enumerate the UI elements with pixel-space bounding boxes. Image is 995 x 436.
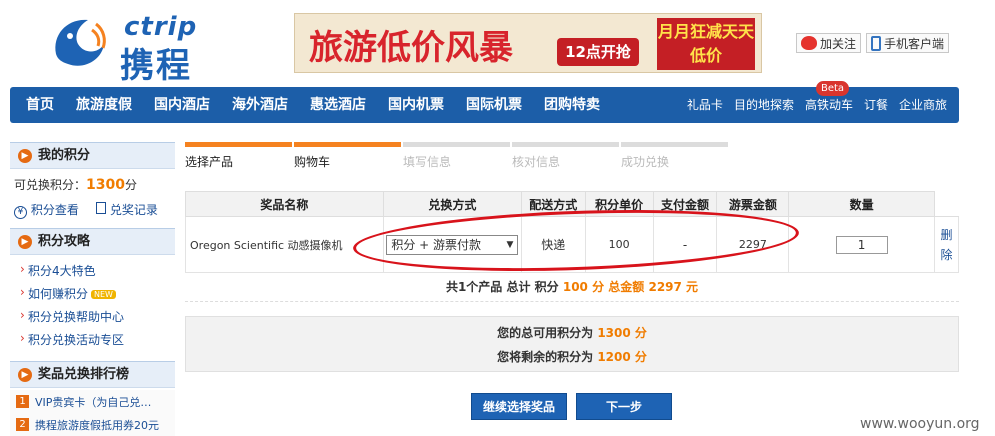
- col-header-quantity: 数量: [788, 191, 935, 217]
- points-guide-title: 积分攻略: [38, 234, 91, 249]
- points-guide-header: ▶ 积分攻略: [10, 228, 175, 255]
- phone-icon: [871, 35, 881, 51]
- nav-item-group-buy[interactable]: 团购特卖: [544, 87, 600, 123]
- points-total-box: 您的总可用积分为 1300 分 您将剩余的积分为 1200 分: [185, 316, 959, 372]
- banner-time: 12点开抢: [557, 38, 639, 66]
- quantity-cell: 1: [788, 216, 935, 273]
- watermark: www.wooyun.org: [860, 416, 980, 432]
- delete-cell: 删除: [933, 216, 960, 273]
- nav-sub-items: 礼品卡 目的地探索 高铁动车 订餐 企业商旅: [676, 87, 947, 123]
- summary-total-label: 总金额: [608, 280, 645, 294]
- nav-item-home[interactable]: 首页: [26, 87, 54, 123]
- available-points-unit: 分: [124, 178, 137, 192]
- nav-item-intl-flight[interactable]: 国际机票: [466, 87, 522, 123]
- available-points-value: 1300: [86, 177, 125, 193]
- ranking-item[interactable]: 携程旅游度假抵用券20元: [35, 417, 159, 433]
- redeem-record-label: 兑奖记录: [109, 203, 158, 217]
- remaining-points-line: 您将剩余的积分为 1200 分: [186, 345, 958, 369]
- nav-main-items: 首页 旅游度假 国内酒店 海外酒店 惠选酒店 国内机票 国际机票 团购特卖: [26, 87, 622, 123]
- weibo-follow-button[interactable]: 加关注: [796, 33, 862, 53]
- ctrip-logo[interactable]: ctrip 携程: [48, 10, 228, 86]
- promo-banner[interactable]: 旅游低价风暴 12点开抢 月月狂减天天低价: [294, 13, 762, 73]
- bullet-icon: ▶: [18, 368, 32, 382]
- col-header-name: 奖品名称: [185, 191, 384, 217]
- rank-number: 2: [16, 418, 29, 431]
- ranking-header: ▶ 奖品兑换排行榜: [10, 361, 175, 388]
- rank-number: 1: [16, 395, 29, 408]
- mobile-client-button[interactable]: 手机客户端: [866, 33, 950, 53]
- bullet-icon: ▶: [18, 149, 32, 163]
- banner-headline: 旅游低价风暴: [309, 28, 513, 68]
- available-points: 可兑换积分：1300分: [14, 176, 137, 193]
- header: ctrip 携程 旅游低价风暴 12点开抢 月月狂减天天低价 加关注 手机客户端: [0, 0, 995, 86]
- weibo-icon: [801, 36, 817, 50]
- info-circle-icon: ¥: [14, 206, 27, 219]
- nav-item-domestic-flight[interactable]: 国内机票: [388, 87, 444, 123]
- step-success: 成功兑换: [621, 142, 728, 170]
- next-step-button[interactable]: 下一步: [576, 393, 672, 420]
- points-view-link[interactable]: ¥ 积分查看: [14, 201, 79, 219]
- bullet-icon: ▶: [18, 235, 32, 249]
- progress-steps: 选择产品 购物车 填写信息 核对信息 成功兑换: [185, 142, 728, 170]
- step-verify-info: 核对信息: [512, 142, 619, 170]
- logo-text-cn: 携程: [120, 46, 192, 86]
- nav-item-corporate[interactable]: 企业商旅: [899, 87, 947, 123]
- summary-total: 2297 元: [648, 280, 699, 294]
- step-fill-info: 填写信息: [403, 142, 510, 170]
- guide-link-features[interactable]: 积分4大特色: [20, 262, 96, 279]
- quantity-input[interactable]: 1: [835, 235, 888, 254]
- banner-slogan: 月月狂减天天低价: [657, 18, 755, 70]
- total-available-line: 您的总可用积分为 1300 分: [186, 321, 958, 345]
- continue-shopping-button[interactable]: 继续选择奖品: [471, 393, 567, 420]
- total-available-value: 1300 分: [597, 326, 647, 340]
- guide-link-activities[interactable]: 积分兑换活动专区: [20, 331, 124, 348]
- remaining-points-value: 1200 分: [597, 350, 647, 364]
- nav-item-vacation[interactable]: 旅游度假: [76, 87, 132, 123]
- nav-item-deal-hotel[interactable]: 惠选酒店: [310, 87, 366, 123]
- points-view-label: 积分查看: [30, 203, 79, 217]
- step-select-product: 选择产品: [185, 142, 292, 170]
- mobile-client-label: 手机客户端: [884, 36, 945, 51]
- dolphin-logo-icon: [55, 19, 106, 66]
- guide-link-earn[interactable]: 如何赚积分NEW: [20, 285, 116, 302]
- nav-item-overseas-hotel[interactable]: 海外酒店: [232, 87, 288, 123]
- guide-link-help[interactable]: 积分兑换帮助中心: [20, 308, 124, 325]
- my-points-title: 我的积分: [38, 148, 91, 163]
- weibo-follow-label: 加关注: [820, 36, 857, 51]
- total-available-label: 您的总可用积分为: [497, 326, 594, 340]
- main-nav: 首页 旅游度假 国内酒店 海外酒店 惠选酒店 国内机票 国际机票 团购特卖 礼品…: [10, 81, 959, 123]
- ranking-title: 奖品兑换排行榜: [38, 367, 130, 382]
- available-points-label: 可兑换积分：: [14, 178, 87, 192]
- nav-item-domestic-hotel[interactable]: 国内酒店: [154, 87, 210, 123]
- step-cart: 购物车: [294, 142, 401, 170]
- document-icon: [96, 202, 106, 214]
- delete-link[interactable]: 删除: [939, 225, 953, 265]
- beta-badge: Beta: [816, 81, 850, 96]
- nav-item-dining[interactable]: 订餐: [864, 87, 888, 123]
- nav-item-gift-card[interactable]: 礼品卡: [687, 87, 723, 123]
- ranking-list: 1 VIP贵宾卡（为自己兑… 2 携程旅游度假抵用券20元: [10, 390, 175, 436]
- summary-prefix: 共1个产品 总计 积分: [445, 280, 559, 294]
- guide-link-earn-label: 如何赚积分: [28, 287, 89, 301]
- my-points-header: ▶ 我的积分: [10, 142, 175, 169]
- col-header-method: 兑换方式: [382, 191, 522, 217]
- nav-item-destination[interactable]: 目的地探索: [734, 87, 794, 123]
- new-badge: NEW: [91, 290, 116, 299]
- ranking-item[interactable]: VIP贵宾卡（为自己兑…: [35, 394, 151, 410]
- remaining-points-label: 您将剩余的积分为: [497, 350, 594, 364]
- redeem-record-link[interactable]: 兑奖记录: [96, 201, 158, 218]
- summary-points: 100 分: [562, 280, 605, 294]
- cart-summary: 共1个产品 总计 积分 100 分 总金额 2297 元: [185, 272, 959, 302]
